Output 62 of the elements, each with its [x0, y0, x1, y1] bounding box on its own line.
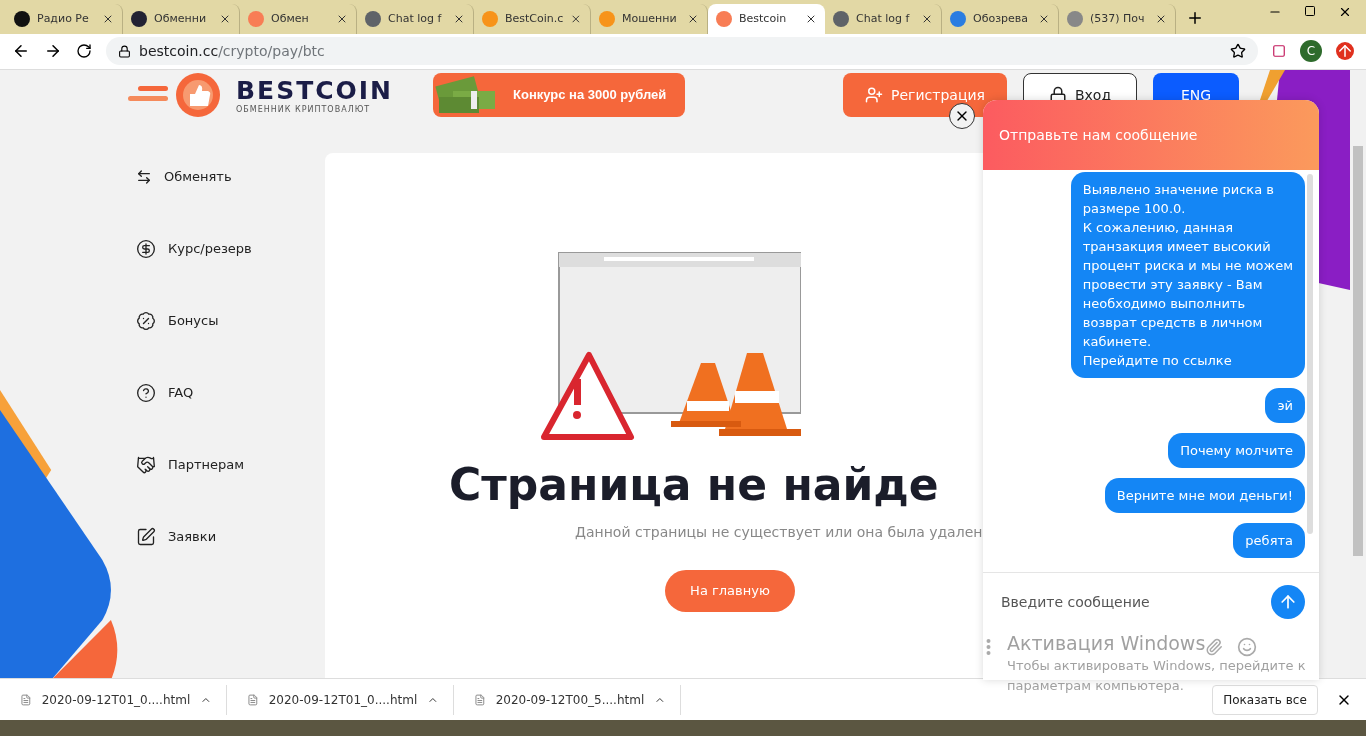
logo-wordmark: BESTCOIN: [236, 75, 393, 105]
favicon-icon: [950, 10, 966, 27]
file-icon: [20, 691, 32, 708]
edit-icon: [136, 526, 156, 547]
browser-tab[interactable]: Chat log f: [825, 3, 942, 34]
sidebar-item[interactable]: FAQ: [136, 378, 325, 407]
upload-icon[interactable]: [1336, 42, 1354, 61]
message-bubble: эй: [1265, 388, 1305, 423]
favicon-icon: [1067, 10, 1083, 27]
browser-tab[interactable]: Радио Ре: [6, 3, 123, 34]
favicon-icon: [131, 10, 147, 27]
help-icon: [136, 382, 156, 403]
sidebar-item[interactable]: Заявки: [136, 522, 325, 551]
error-title: Страница не найде: [449, 458, 939, 510]
message-input[interactable]: Введите сообщение: [999, 593, 1271, 611]
star-icon[interactable]: [1230, 43, 1246, 60]
logo-tagline: ОБМЕННИК КРИПТОВАЛЮТ: [236, 104, 372, 114]
download-item[interactable]: 2020-09-12T01_0....html: [227, 684, 454, 715]
exchange-arrows-icon: [136, 168, 152, 185]
file-icon: [247, 691, 259, 708]
browser-tab[interactable]: Chat log f: [357, 3, 474, 34]
favicon-icon: [14, 10, 30, 27]
download-item[interactable]: 2020-09-12T01_0....html: [0, 684, 227, 715]
handshake-icon: [136, 454, 156, 475]
activation-title: Активация Windows: [1007, 632, 1206, 654]
browser-tab[interactable]: Bestcoin: [708, 3, 825, 34]
browser-tab[interactable]: (537) Поч: [1059, 3, 1176, 34]
add-user-icon: [865, 85, 884, 104]
reload-icon[interactable]: [76, 43, 92, 60]
browser-tab[interactable]: Мошенни: [591, 3, 708, 34]
extension-icon[interactable]: [1272, 44, 1286, 59]
restore-icon[interactable]: [1304, 4, 1316, 17]
browser-tab[interactable]: Обменни: [123, 3, 240, 34]
message-bubble: ребята: [1233, 523, 1305, 558]
send-button[interactable]: [1271, 585, 1305, 619]
browser-tab[interactable]: Обозрева: [942, 3, 1059, 34]
profile-avatar[interactable]: C: [1300, 40, 1322, 63]
message-bubble: Выявлено значение риска в размере 100.0. К сожалению, данная транзакция имеет высокий процент риска и мы не можем провести эту заявку - Вам необходимо выполнить возврат средств в личном кабинете. Перейдите по ссылке: [1070, 172, 1305, 378]
browser-tab[interactable]: BestCoin.c: [474, 3, 591, 34]
favicon-icon: [716, 10, 732, 27]
favicon-icon: [833, 10, 849, 27]
chat-header: Отправьте нам сообщение: [983, 100, 1319, 170]
file-icon: [474, 691, 486, 708]
show-all-button[interactable]: Показать все: [1212, 684, 1318, 715]
lock-icon: [118, 44, 131, 58]
sidebar-item[interactable]: Обменять: [136, 162, 325, 191]
message-bubble: Верните мне мои деньги!: [1104, 478, 1305, 513]
dollar-icon: [136, 238, 156, 259]
favicon-icon: [365, 10, 381, 27]
favicon-icon: [248, 10, 264, 27]
favicon-icon: [482, 10, 498, 27]
scrollbar[interactable]: [1307, 174, 1313, 534]
percent-icon: [136, 310, 156, 331]
address-bar[interactable]: bestcoin.cc/crypto/pay/btc: [106, 37, 1258, 66]
download-item[interactable]: 2020-09-12T00_5....html: [454, 684, 681, 715]
message-bubble: Почему молчите: [1168, 433, 1305, 468]
sidebar-item[interactable]: Курс/резерв: [136, 234, 325, 263]
sidebar-item[interactable]: Бонусы: [136, 306, 325, 335]
favicon-icon: [599, 10, 615, 27]
browser-tab[interactable]: Обмен: [240, 3, 357, 34]
error-subtitle: Данной страницы не существует или она была удален: [575, 523, 983, 540]
sidebar-item[interactable]: Партнерам: [136, 450, 325, 479]
